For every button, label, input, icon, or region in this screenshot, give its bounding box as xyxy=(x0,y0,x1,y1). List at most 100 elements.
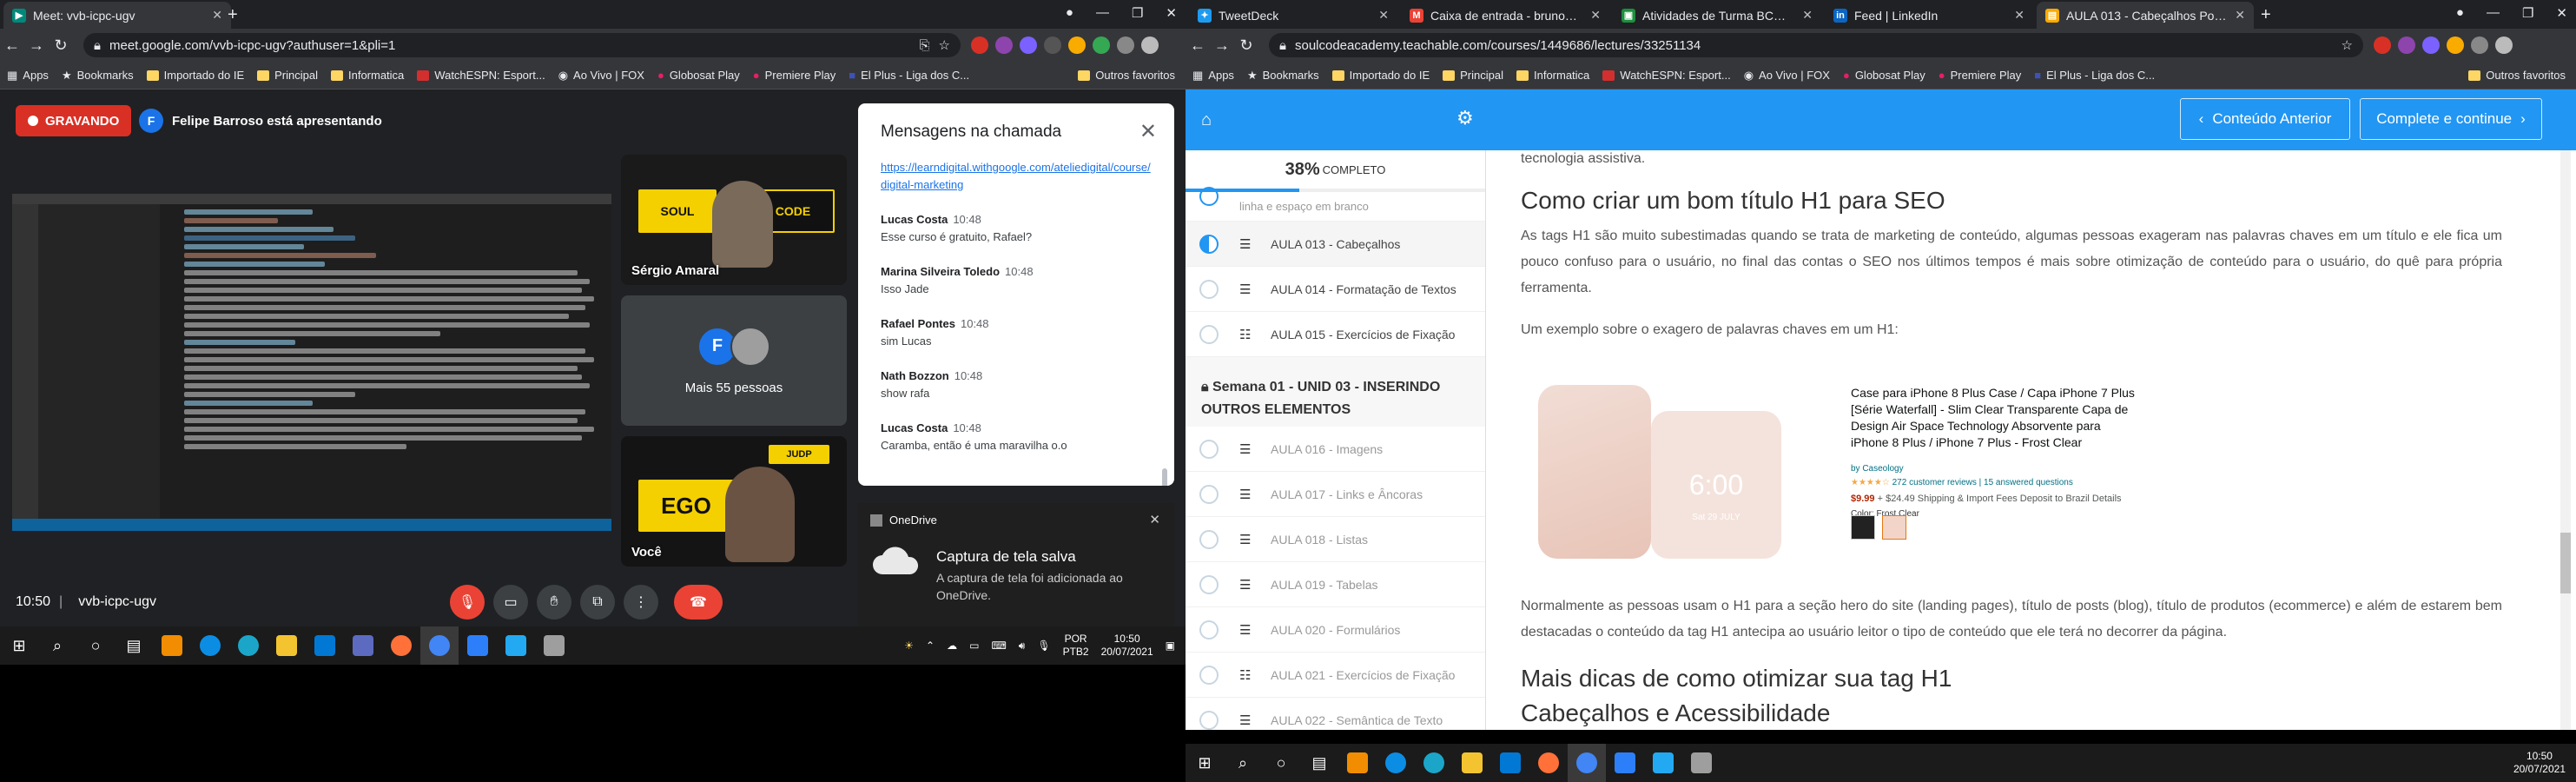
close-tab-icon[interactable]: ✕ xyxy=(2014,8,2024,23)
bookmark-item[interactable]: ● Globosat Play xyxy=(657,69,740,82)
lesson-item[interactable]: ☰ AULA 018 - Listas xyxy=(1186,517,1485,562)
maximize-icon[interactable]: ❐ xyxy=(1132,5,1143,21)
extension-icon[interactable] xyxy=(2374,36,2391,54)
puzzle-icon[interactable] xyxy=(2471,36,2488,54)
bookmark-item[interactable]: ● Premiere Play xyxy=(753,69,836,82)
puzzle-icon[interactable] xyxy=(1117,36,1134,54)
firefox-icon[interactable] xyxy=(1529,744,1568,782)
file-explorer-icon[interactable] xyxy=(268,626,306,665)
extension-icon[interactable] xyxy=(1068,36,1086,54)
minimize-icon[interactable]: — xyxy=(1096,5,1109,21)
participant-tile[interactable]: SOUL CODE Sérgio Amaral xyxy=(621,155,847,285)
close-notification-icon[interactable]: ✕ xyxy=(1149,512,1160,527)
chat-scrollbar[interactable] xyxy=(1162,468,1167,486)
bookmark-apps[interactable]: ▦ Apps xyxy=(1192,69,1234,83)
close-tab-icon[interactable]: ✕ xyxy=(1590,8,1601,23)
avatar[interactable] xyxy=(1141,36,1159,54)
taskbar-clock[interactable]: 10:50 20/07/2021 xyxy=(1101,633,1153,659)
lesson-item-current[interactable]: ☰ AULA 013 - Cabeçalhos xyxy=(1186,222,1485,267)
extension-icon[interactable] xyxy=(2447,36,2464,54)
maximize-icon[interactable]: ❐ xyxy=(2522,5,2533,21)
bookmark-item[interactable]: WatchESPN: Esport... xyxy=(417,69,545,82)
lesson-item[interactable]: ☰ AULA 016 - Imagens xyxy=(1186,427,1485,472)
photos-icon[interactable] xyxy=(344,626,382,665)
tab-meet[interactable]: ▶ Meet: vvb-icpc-ugv ✕ xyxy=(3,2,231,29)
raise-hand-button[interactable]: ✋︎ xyxy=(537,585,571,620)
tab-teachable[interactable]: ▤ AULA 013 - Cabeçalhos Porque ... ✕ xyxy=(2037,2,2254,29)
lesson-item[interactable]: ☰ AULA 014 - Formatação de Textos xyxy=(1186,267,1485,312)
tab-classroom[interactable]: ▣ Atividades de Turma BCW 5 - So... ✕ xyxy=(1613,2,1821,29)
avatar[interactable] xyxy=(2495,36,2513,54)
tab-linkedin[interactable]: in Feed | LinkedIn ✕ xyxy=(1825,2,2033,29)
sourcetree-icon[interactable] xyxy=(459,626,497,665)
extension-icon[interactable] xyxy=(2398,36,2415,54)
task-view-icon[interactable]: ▤ xyxy=(115,626,153,665)
scrollbar-thumb[interactable] xyxy=(2560,533,2571,593)
previous-content-button[interactable]: ‹ Conteúdo Anterior xyxy=(2180,98,2350,140)
gear-icon[interactable]: ⚙ xyxy=(1456,107,1474,129)
back-icon[interactable]: ← xyxy=(1186,36,1210,55)
close-chat-icon[interactable]: ✕ xyxy=(1139,119,1157,144)
bookmark-item[interactable]: ◉ Ao Vivo | FOX xyxy=(1744,69,1830,83)
volume-icon[interactable]: 🔊︎ xyxy=(1019,640,1026,653)
bookmark-item[interactable]: WatchESPN: Esport... xyxy=(1602,69,1731,82)
new-tab-button[interactable]: + xyxy=(2261,5,2271,25)
home-icon[interactable]: ⌂ xyxy=(1201,110,1212,130)
cloud-tray-icon[interactable]: ☁ xyxy=(947,640,957,652)
star-icon[interactable]: ☆ xyxy=(939,37,950,53)
others-tile[interactable]: F Mais 55 pessoas xyxy=(621,295,847,426)
edge-old-icon[interactable] xyxy=(1415,744,1453,782)
extension-icon[interactable] xyxy=(1093,36,1110,54)
bookmark-item[interactable]: ◉ Ao Vivo | FOX xyxy=(558,69,644,83)
reload-icon[interactable]: ↻ xyxy=(1234,36,1258,55)
self-tile[interactable]: EGO JUDP Você xyxy=(621,436,847,567)
cortana-icon[interactable]: ○ xyxy=(1262,744,1300,782)
edge-icon[interactable] xyxy=(191,626,229,665)
search-icon[interactable]: ⌕ xyxy=(38,626,76,665)
mic-off-button[interactable]: 🎙︎ xyxy=(450,585,485,620)
more-options-button[interactable]: ⋮ xyxy=(624,585,658,620)
snip-icon[interactable] xyxy=(1682,744,1721,782)
close-tab-icon[interactable]: ✕ xyxy=(1802,8,1813,23)
bookmark-item[interactable]: ★ Bookmarks xyxy=(1247,69,1319,83)
chat-link[interactable]: https://learndigital.withgoogle.com/atel… xyxy=(881,161,1151,191)
close-window-icon[interactable]: ✕ xyxy=(2556,5,2567,21)
extension-icon[interactable] xyxy=(2422,36,2440,54)
lesson-item[interactable]: linha e espaço em branco xyxy=(1186,187,1485,222)
edge-old-icon[interactable] xyxy=(229,626,268,665)
file-explorer-icon[interactable] xyxy=(1453,744,1491,782)
chrome-icon[interactable] xyxy=(1568,744,1606,782)
battery-icon[interactable]: ▭ xyxy=(969,640,979,652)
bookmark-item[interactable]: ● Globosat Play xyxy=(1843,69,1925,82)
extension-icon[interactable] xyxy=(1044,36,1061,54)
camera-button[interactable]: ▭ xyxy=(493,585,528,620)
bookmark-item[interactable]: ★ Bookmarks xyxy=(62,69,134,83)
star-icon[interactable]: ☆ xyxy=(2342,37,2353,53)
lesson-item[interactable]: ☷ AULA 021 - Exercícios de Fixação xyxy=(1186,653,1485,698)
lesson-item[interactable]: ☰ AULA 017 - Links e Âncoras xyxy=(1186,472,1485,517)
bookmark-item[interactable]: ■ El Plus - Liga dos C... xyxy=(2034,69,2155,82)
tab-tweetdeck[interactable]: ✦ TweetDeck ✕ xyxy=(1189,2,1397,29)
recording-badge[interactable]: GRAVANDO xyxy=(16,105,132,136)
lesson-item[interactable]: ☰ AULA 022 - Semântica de Texto xyxy=(1186,698,1485,730)
close-tab-icon[interactable]: ✕ xyxy=(2235,8,2245,23)
new-tab-button[interactable]: + xyxy=(228,5,238,25)
sourcetree-icon[interactable] xyxy=(1606,744,1644,782)
other-bookmarks[interactable]: Outros favoritos xyxy=(2468,69,2566,82)
mic-tray-icon[interactable]: 🎙︎ xyxy=(1037,640,1050,652)
snip-icon[interactable] xyxy=(535,626,573,665)
tab-gmail[interactable]: M Caixa de entrada - brunodefront... ✕ xyxy=(1401,2,1609,29)
vlc-icon[interactable] xyxy=(153,626,191,665)
complete-continue-button[interactable]: Complete e continue › xyxy=(2360,98,2542,140)
task-view-icon[interactable]: ▤ xyxy=(1300,744,1338,782)
bookmark-item[interactable]: Principal xyxy=(257,69,318,82)
back-icon[interactable]: ← xyxy=(0,36,24,55)
forward-icon[interactable]: → xyxy=(1210,36,1234,55)
windows-start-icon[interactable]: ⊞ xyxy=(0,626,38,665)
close-tab-icon[interactable]: ✕ xyxy=(212,8,222,23)
cortana-icon[interactable]: ○ xyxy=(76,626,115,665)
content-scrollbar[interactable] xyxy=(2560,150,2571,730)
present-button[interactable]: ⧉ xyxy=(580,585,615,620)
extension-icon[interactable] xyxy=(1020,36,1037,54)
bookmark-apps[interactable]: ▦ Apps xyxy=(7,69,49,83)
